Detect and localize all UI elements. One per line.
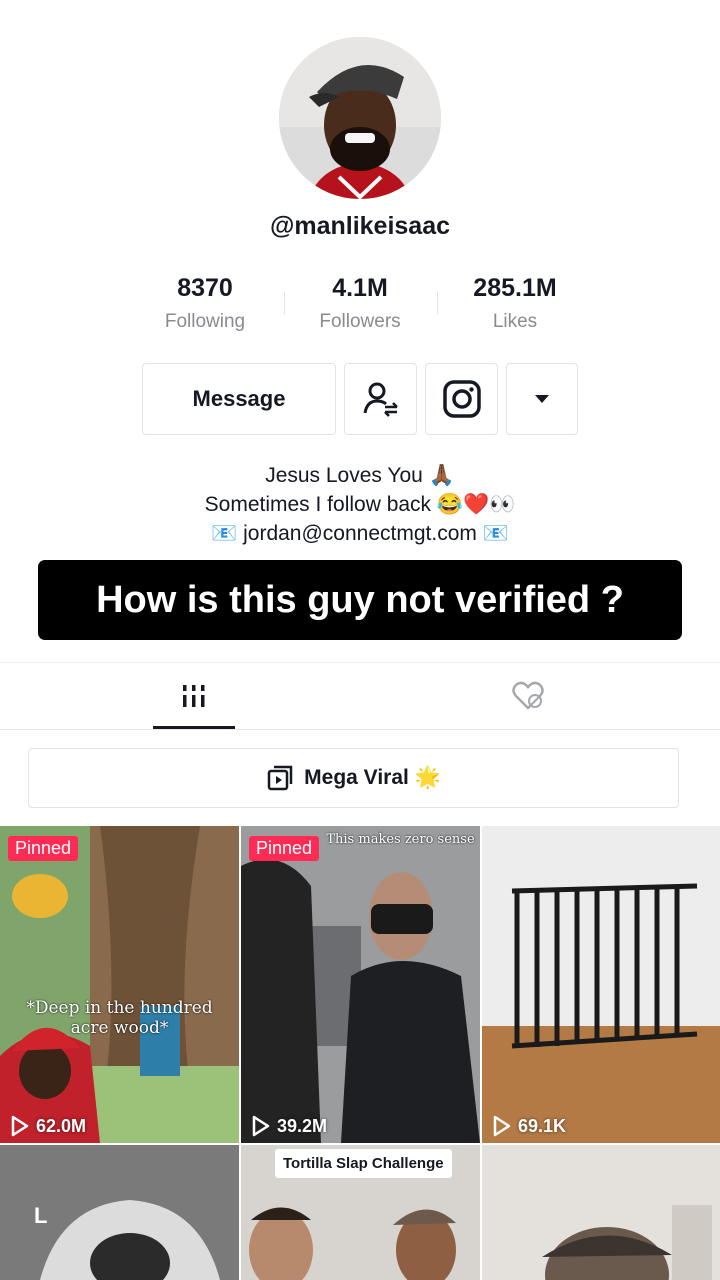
video-thumbnail <box>0 826 239 1143</box>
following-label: Following <box>164 311 246 332</box>
bio-line-1: Jesus Loves You 🙏🏾 <box>265 464 455 487</box>
video-tile[interactable]: Pinned *Deep in the hundred acre wood* 6… <box>0 826 239 1143</box>
bio-line-2: Sometimes I follow back 😂❤️👀 <box>204 493 516 516</box>
tab-liked[interactable] <box>505 676 551 716</box>
message-button[interactable]: Message <box>142 363 336 435</box>
user-swap-icon <box>363 382 398 417</box>
more-dropdown-button[interactable] <box>506 363 578 435</box>
stat-divider <box>437 292 438 314</box>
video-caption: *Deep in the hundred acre wood* <box>26 998 213 1038</box>
followers-label: Followers <box>319 311 401 332</box>
view-count-label: 69.1K <box>518 1115 567 1136</box>
username: @manlikeisaac <box>269 212 451 240</box>
following-count: 8370 <box>177 274 233 302</box>
play-icon <box>493 1115 511 1137</box>
video-tile[interactable]: L <box>0 1145 239 1280</box>
video-tile[interactable] <box>482 1145 720 1280</box>
view-count: 39.2M <box>251 1115 327 1137</box>
view-count-label: 39.2M <box>277 1115 328 1136</box>
grid-icon <box>183 685 205 707</box>
pinned-badge: Pinned <box>8 836 79 861</box>
caret-down-icon <box>535 395 549 403</box>
bio-email[interactable]: 📧 jordan@connectmgt.com 📧 <box>0 522 720 546</box>
liked-hidden-icon <box>512 681 544 710</box>
play-icon <box>11 1115 29 1137</box>
video-caption: This makes zero sense <box>326 832 475 847</box>
tab-videos[interactable] <box>153 676 235 716</box>
tabs-bottom-divider <box>0 729 720 730</box>
view-count: 69.1K <box>492 1115 566 1137</box>
instagram-icon <box>442 380 481 418</box>
follow-status-button[interactable] <box>344 363 417 435</box>
view-count: 62.0M <box>10 1115 86 1137</box>
stat-following[interactable]: 8370 Following <box>130 274 280 333</box>
followers-count: 4.1M <box>332 274 388 302</box>
video-tile[interactable]: Tortilla Slap Challenge <box>241 1145 480 1280</box>
video-thumbnail <box>482 1145 720 1280</box>
likes-label: Likes <box>492 311 538 332</box>
playlist-icon <box>267 765 293 791</box>
tabs-divider <box>0 662 720 663</box>
video-thumbnail <box>482 826 720 1143</box>
playlist-label: Mega Viral 🌟 <box>304 766 441 789</box>
video-tile[interactable]: Pinned This makes zero sense 39.2M <box>241 826 480 1143</box>
play-icon <box>252 1115 270 1137</box>
stat-followers[interactable]: 4.1M Followers <box>285 274 435 333</box>
view-count-label: 62.0M <box>36 1115 87 1136</box>
avatar-image <box>279 37 441 199</box>
likes-count: 285.1M <box>473 274 557 302</box>
video-thumbnail <box>241 826 480 1143</box>
video-caption: Tortilla Slap Challenge <box>275 1149 452 1178</box>
instagram-button[interactable] <box>425 363 498 435</box>
stat-likes: 285.1M Likes <box>440 274 590 333</box>
overlay-caption: How is this guy not verified ? <box>38 560 682 640</box>
video-tile[interactable]: 69.1K <box>482 826 720 1143</box>
avatar[interactable] <box>279 37 441 199</box>
playlist-button[interactable]: Mega Viral 🌟 <box>28 748 679 808</box>
video-caption: L <box>34 1203 48 1228</box>
